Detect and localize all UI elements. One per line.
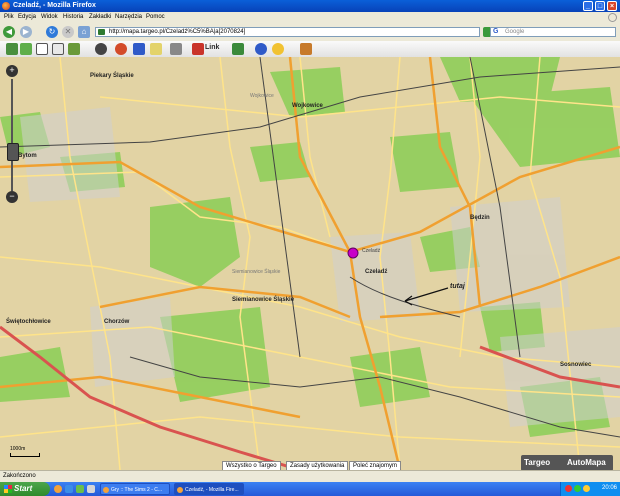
window-titlebar[interactable]: Czeladź, - Mozilla Firefox _ □ × — [0, 0, 620, 12]
link-icon[interactable] — [192, 43, 204, 55]
quicklaunch-firefox-icon[interactable] — [54, 485, 62, 493]
place-bytom: Bytom — [18, 153, 37, 159]
scale-bar — [10, 453, 40, 457]
minimize-button[interactable]: _ — [583, 1, 593, 11]
place-czeladz: Czeladź — [365, 269, 388, 275]
link-button-label[interactable]: Link — [205, 44, 219, 51]
clock: 20:06 — [601, 485, 617, 491]
info-icon[interactable] — [255, 43, 267, 55]
start-label: Start — [14, 484, 33, 493]
place-siemianowice-gray: Siemianowice Śląskie — [232, 269, 281, 275]
place-wojkowice-gray: Wojkowice — [250, 93, 274, 99]
menu-narzedzia[interactable]: Narzędzia — [115, 14, 142, 21]
link-recommend[interactable]: Poleć znajomym — [349, 461, 402, 470]
stop-button[interactable]: ✕ — [62, 26, 74, 38]
map-toolbar: Link — [0, 41, 620, 58]
place-chorzow: Chorzów — [104, 319, 130, 325]
search-input[interactable]: G Google — [490, 27, 616, 37]
firefox-icon — [2, 2, 10, 10]
scale-label: 1000m — [10, 446, 26, 452]
system-tray: 20:06 — [560, 482, 620, 496]
google-icon: G — [493, 28, 499, 35]
print-icon[interactable] — [170, 43, 182, 55]
url-text: http://mapa.targeo.pl/Czeladź%C5%BA|a[20… — [109, 29, 246, 35]
map-tool-9-icon[interactable] — [150, 43, 162, 55]
window-title: Czeladź, - Mozilla Firefox — [13, 2, 96, 9]
place-swietochlowice: Świętochłowice — [6, 319, 51, 325]
targeo-logo: Targeo — [524, 458, 551, 467]
link-about-targeo[interactable]: Wszystko o Targeo — [222, 461, 281, 470]
zoom-track[interactable] — [11, 79, 13, 191]
reload-button[interactable]: ↻ — [46, 26, 58, 38]
warning-icon[interactable] — [272, 43, 284, 55]
start-button[interactable]: Start — [0, 482, 50, 496]
close-button[interactable]: × — [607, 1, 617, 11]
navigation-toolbar: ◀ ▶ ↻ ✕ ⌂ http://mapa.targeo.pl/Czeladź%… — [0, 23, 620, 42]
home-button[interactable]: ⌂ — [78, 26, 90, 38]
search-placeholder: Google — [505, 29, 525, 35]
map-tool-1-icon[interactable] — [6, 43, 18, 55]
menu-plik[interactable]: Plik — [4, 14, 14, 21]
menu-zakladki[interactable]: Zakładki — [89, 14, 111, 21]
forward-button[interactable]: ▶ — [20, 26, 32, 38]
menu-widok[interactable]: Widok — [41, 14, 58, 21]
annotation-tutaj: tutaj — [450, 283, 465, 290]
place-siemianowice: Siemianowice Śląskie — [232, 297, 295, 303]
windows-taskbar: Start Gry :: The Sims 2 - C... Czeladź, … — [0, 482, 620, 496]
place-czeladz-pin: Czeladź — [362, 248, 381, 254]
maximize-button[interactable]: □ — [595, 1, 605, 11]
task-sims-icon — [103, 487, 109, 493]
zoom-slider-handle[interactable] — [7, 143, 19, 161]
task-firefox-label: Czeladź, - Mozilla Fire... — [185, 487, 239, 493]
hand-tool-icon[interactable] — [36, 43, 48, 55]
site-favicon-icon — [98, 29, 105, 35]
quicklaunch-ie-icon[interactable] — [65, 485, 73, 493]
map-tool-2-icon[interactable] — [20, 43, 32, 55]
zoom-out-button[interactable]: − — [6, 191, 18, 203]
throbber-icon — [608, 13, 617, 22]
place-wojkowice: Wojkowice — [292, 103, 323, 109]
tray-icon-3[interactable] — [583, 485, 590, 492]
route-icon[interactable] — [115, 43, 127, 55]
select-tool-icon[interactable] — [52, 43, 64, 55]
link-terms[interactable]: Zasady użytkowania — [286, 461, 349, 470]
help-icon[interactable] — [300, 43, 312, 55]
quicklaunch-app-icon[interactable] — [76, 485, 84, 493]
zoom-in-button[interactable]: + — [6, 65, 18, 77]
url-bar[interactable]: http://mapa.targeo.pl/Czeladź%C5%BA|a[20… — [95, 27, 480, 37]
task-firefox-icon — [177, 487, 183, 493]
place-sosnowiec: Sosnowiec — [560, 362, 592, 368]
map-canvas — [0, 57, 620, 470]
task-sims-label: Gry :: The Sims 2 - C... — [111, 487, 163, 493]
location-pin-icon[interactable] — [347, 247, 359, 259]
place-bedzin: Będzin — [470, 215, 490, 221]
windows-logo-icon — [4, 485, 12, 493]
binoculars-icon[interactable] — [95, 43, 107, 55]
back-button[interactable]: ◀ — [3, 26, 15, 38]
map-view[interactable]: Piekary Śląskie Wojkowice Wojkowice Byto… — [0, 57, 620, 470]
tray-icon-1[interactable] — [565, 485, 572, 492]
map-tool-12-icon[interactable] — [232, 43, 244, 55]
task-sims[interactable]: Gry :: The Sims 2 - C... — [100, 483, 170, 495]
automapa-logo: AutoMapa — [567, 458, 606, 467]
tray-icon-2[interactable] — [574, 485, 581, 492]
brand-logo: Targeo AutoMapa — [521, 455, 613, 470]
map-tool-8-icon[interactable] — [133, 43, 145, 55]
quicklaunch-desktop-icon[interactable] — [87, 485, 95, 493]
menu-historia[interactable]: Historia — [63, 14, 83, 21]
menu-bar: Plik Edycja Widok Historia Zakładki Narz… — [0, 12, 620, 23]
menu-edycja[interactable]: Edycja — [18, 14, 36, 21]
status-text: Zakończono — [3, 473, 36, 479]
map-tool-5-icon[interactable] — [68, 43, 80, 55]
task-firefox[interactable]: Czeladź, - Mozilla Fire... — [174, 483, 244, 495]
place-piekary: Piekary Śląskie — [90, 73, 134, 79]
zoom-control: + − — [6, 65, 19, 205]
menu-pomoc[interactable]: Pomoc — [146, 14, 165, 21]
